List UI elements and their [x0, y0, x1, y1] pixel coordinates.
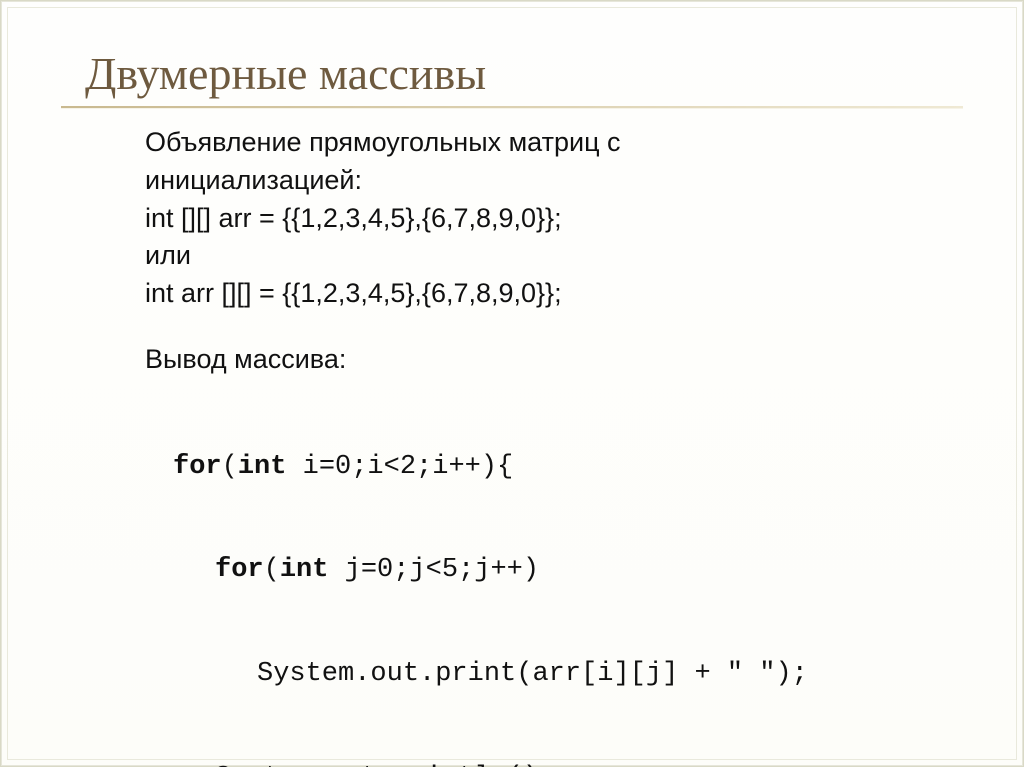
code-line-1: for(int i=0;i<2;i++){ [145, 450, 923, 485]
code-line-2: for(int j=0;j<5;j++) [145, 553, 923, 588]
declaration-1: int [][] arr = {{1,2,3,4,5},{6,7,8,9,0}}… [145, 202, 923, 236]
keyword-for: for [215, 555, 264, 585]
keyword-for: for [173, 452, 222, 482]
slide-title: Двумерные массивы [85, 47, 963, 100]
code-block: for(int i=0;i<2;i++){ for(int j=0;j<5;j+… [145, 381, 923, 767]
code-line-4: System.out.println(); [145, 761, 923, 767]
code-text: j=0;j<5;j++) [328, 555, 539, 585]
keyword-int: int [238, 452, 287, 482]
code-text: ( [222, 452, 238, 482]
output-label: Вывод массива: [145, 343, 923, 377]
slide: Двумерные массивы Объявление прямоугольн… [0, 0, 1024, 767]
declaration-2: int arr [][] = {{1,2,3,4,5},{6,7,8,9,0}}… [145, 277, 923, 311]
intro-line-1: Объявление прямоугольных матриц с [145, 126, 923, 160]
keyword-int: int [280, 555, 329, 585]
code-text: i=0;i<2;i++){ [286, 452, 513, 482]
or-label: или [145, 239, 923, 273]
code-text: ( [264, 555, 280, 585]
title-underline [61, 106, 963, 108]
spacer [145, 315, 923, 343]
intro-line-2: инициализацией: [145, 164, 923, 198]
code-line-3: System.out.print(arr[i][j] + " "); [145, 657, 923, 692]
slide-body: Объявление прямоугольных матриц с инициа… [145, 126, 923, 767]
